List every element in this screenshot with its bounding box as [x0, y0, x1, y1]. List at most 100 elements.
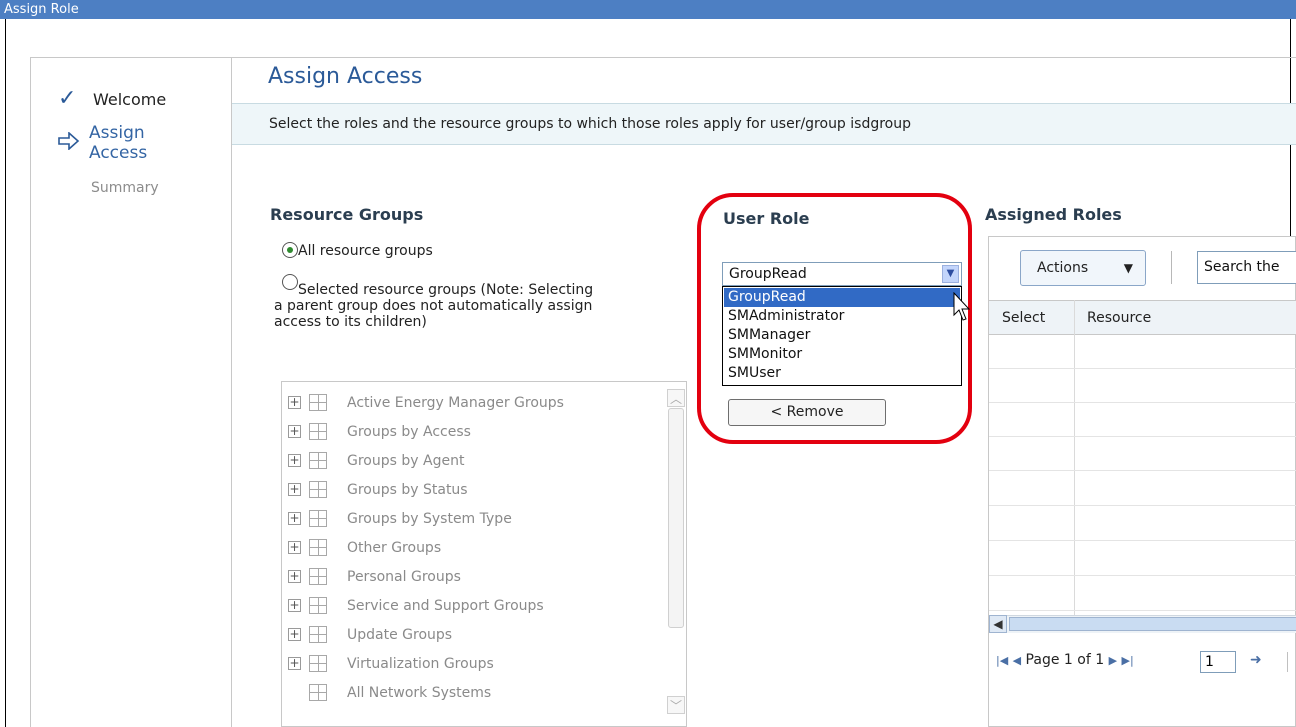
group-icon	[309, 655, 327, 672]
expand-icon[interactable]: +	[288, 396, 301, 409]
selected-resource-groups-note-line3: access to its children)	[274, 314, 427, 330]
group-icon	[309, 684, 327, 701]
group-icon	[309, 597, 327, 614]
tree-item-label: Service and Support Groups	[347, 598, 544, 614]
expand-icon[interactable]: +	[288, 599, 301, 612]
expand-icon[interactable]: +	[288, 541, 301, 554]
page-number-input[interactable]: 1	[1200, 651, 1236, 673]
group-icon	[309, 423, 327, 440]
actions-button[interactable]: Actions ▼	[1020, 250, 1146, 286]
window-title-bar: Assign Role	[0, 0, 1296, 19]
tree-item-label: All Network Systems	[347, 685, 492, 701]
user-role-heading: User Role	[723, 209, 810, 228]
tree-item[interactable]: + Groups by Access	[288, 421, 658, 443]
table-header-row: Select Resource	[989, 300, 1296, 335]
search-input[interactable]: Search the	[1197, 251, 1296, 284]
tree-scroll-down-icon[interactable]: ﹀	[667, 696, 685, 714]
window-border-left	[5, 19, 6, 727]
all-resource-groups-radio[interactable]	[282, 242, 298, 258]
wizard-step-assign-access[interactable]: Assign Access	[89, 123, 147, 163]
page-title: Assign Access	[268, 64, 423, 89]
tree-item-label: Personal Groups	[347, 569, 461, 585]
window-title: Assign Role	[4, 2, 79, 17]
next-page-icon[interactable]: ▶	[1109, 654, 1117, 667]
selected-resource-groups-radio[interactable]	[282, 274, 298, 290]
checkmark-icon: ✓	[58, 86, 77, 111]
tree-scrollbar-thumb[interactable]	[668, 408, 684, 628]
tree-item[interactable]: + Groups by Agent	[288, 450, 658, 472]
group-icon	[309, 510, 327, 527]
tree-item-label: Active Energy Manager Groups	[347, 395, 564, 411]
wizard-step-summary: Summary	[91, 180, 159, 196]
remove-button[interactable]: < Remove	[728, 399, 886, 426]
tree-item[interactable]: + Other Groups	[288, 537, 658, 559]
tree-item-label: Other Groups	[347, 540, 442, 556]
mouse-pointer-icon	[953, 292, 971, 321]
selected-resource-groups-label: Selected resource groups (Note: Selectin…	[298, 282, 594, 298]
assign-role-window: Assign Role ✓ Welcome Assign Access Summ…	[0, 0, 1296, 727]
expand-icon[interactable]: +	[288, 657, 301, 670]
role-option-smmonitor[interactable]: SMMonitor	[724, 345, 960, 364]
resource-groups-heading: Resource Groups	[270, 205, 424, 224]
expand-icon[interactable]: +	[288, 425, 301, 438]
expand-icon[interactable]: +	[288, 454, 301, 467]
role-option-groupread[interactable]: GroupRead	[724, 288, 960, 307]
arrow-right-icon	[58, 131, 80, 155]
tree-scroll-up-icon[interactable]: ︿	[667, 389, 685, 407]
toolbar-separator	[1171, 251, 1172, 284]
tree-item[interactable]: + Update Groups	[288, 624, 658, 646]
table-row	[989, 505, 1296, 506]
all-resource-groups-label: All resource groups	[298, 243, 433, 259]
wizard-step-assign-line1: Assign	[89, 123, 145, 143]
expand-icon[interactable]: +	[288, 570, 301, 583]
tree-item[interactable]: + Active Energy Manager Groups	[288, 392, 658, 414]
page-label: Page 1 of 1	[1025, 652, 1105, 668]
tree-item[interactable]: + Service and Support Groups	[288, 595, 658, 617]
group-icon	[309, 481, 327, 498]
tree-item[interactable]: + Groups by System Type	[288, 508, 658, 530]
user-role-select-value: GroupRead	[729, 266, 807, 282]
pager: |◀ ◀ Page 1 of 1 ▶ ▶|	[996, 652, 1134, 668]
tree-item[interactable]: All Network Systems	[288, 682, 658, 704]
tree-item-label: Groups by Access	[347, 424, 471, 440]
wizard-step-welcome[interactable]: Welcome	[93, 90, 166, 109]
group-icon	[309, 452, 327, 469]
user-role-dropdown-list: GroupRead SMAdministrator SMManager SMMo…	[722, 286, 962, 386]
role-option-smuser[interactable]: SMUser	[724, 364, 960, 383]
tree-item-label: Update Groups	[347, 627, 453, 643]
selected-resource-groups-note-line2: a parent group does not automatically as…	[274, 298, 593, 314]
tree-item[interactable]: + Groups by Status	[288, 479, 658, 501]
first-page-icon[interactable]: |◀	[996, 654, 1008, 667]
tree-item-label: Groups by Status	[347, 482, 468, 498]
column-header-select[interactable]: Select	[1002, 310, 1045, 326]
table-row	[989, 402, 1296, 403]
expand-icon[interactable]: +	[288, 628, 301, 641]
expand-icon[interactable]: +	[288, 483, 301, 496]
role-option-smadministrator[interactable]: SMAdministrator	[724, 307, 960, 326]
tree-item[interactable]: + Personal Groups	[288, 566, 658, 588]
wizard-nav-divider	[231, 57, 232, 727]
role-option-smmanager[interactable]: SMManager	[724, 326, 960, 345]
wizard-step-assign-line2: Access	[89, 143, 148, 163]
actions-button-label: Actions	[1037, 260, 1089, 276]
column-header-resource[interactable]: Resource	[1087, 310, 1151, 326]
group-icon	[309, 568, 327, 585]
tree-item-label: Groups by Agent	[347, 453, 465, 469]
last-page-icon[interactable]: ▶|	[1121, 654, 1133, 667]
tree-item[interactable]: + Virtualization Groups	[288, 653, 658, 675]
pager-separator	[1287, 652, 1288, 672]
go-arrow-icon[interactable]: ➜	[1250, 652, 1262, 668]
user-role-select[interactable]: GroupRead ▼	[722, 262, 962, 286]
tree-item-label: Groups by System Type	[347, 511, 512, 527]
assigned-roles-heading: Assigned Roles	[985, 205, 1122, 224]
expand-icon[interactable]: +	[288, 512, 301, 525]
prev-page-icon[interactable]: ◀	[1013, 654, 1021, 667]
tree-item-label: Virtualization Groups	[347, 656, 494, 672]
table-row	[989, 540, 1296, 541]
table-row	[989, 436, 1296, 437]
table-row	[989, 575, 1296, 576]
scroll-left-icon[interactable]: ◀	[989, 615, 1007, 633]
table-row	[989, 470, 1296, 471]
chevron-down-icon[interactable]: ▼	[942, 265, 959, 283]
hscrollbar-thumb[interactable]	[1009, 617, 1296, 631]
